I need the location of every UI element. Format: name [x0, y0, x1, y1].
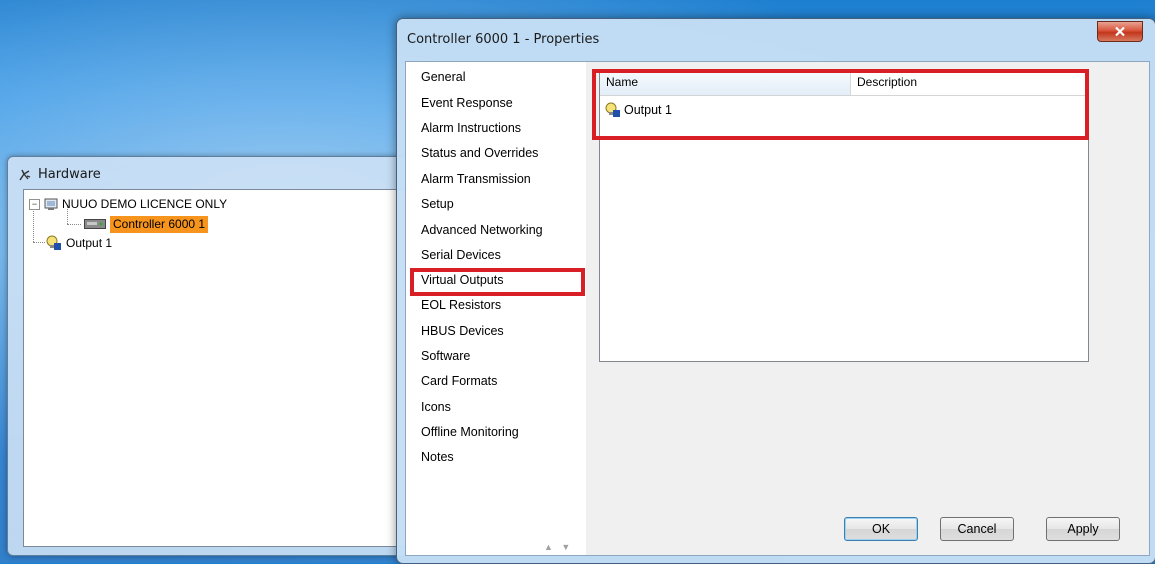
highlight-box-output-list — [592, 69, 1089, 140]
nav-item-software[interactable]: Software — [421, 346, 470, 366]
tree-node-root[interactable]: − NUUO DEMO LICENCE ONLY — [29, 195, 227, 213]
tree-node-controller-label: Controller 6000 1 — [110, 215, 209, 233]
nav-item-hbus-devices[interactable]: HBUS Devices — [421, 321, 504, 341]
close-button[interactable] — [1097, 21, 1143, 42]
nav-item-notes[interactable]: Notes — [421, 447, 454, 467]
nav-item-card-formats[interactable]: Card Formats — [421, 371, 497, 391]
nav-item-status-and-overrides[interactable]: Status and Overrides — [421, 143, 538, 163]
tree-connector — [33, 242, 45, 243]
output-bulb-icon — [46, 235, 61, 250]
server-icon — [44, 198, 58, 210]
close-icon — [1115, 26, 1125, 37]
nav-item-offline-monitoring[interactable]: Offline Monitoring — [421, 422, 519, 442]
nav-item-advanced-networking[interactable]: Advanced Networking — [421, 220, 543, 240]
nav-item-icons[interactable]: Icons — [421, 397, 451, 417]
nav-item-event-response[interactable]: Event Response — [421, 93, 513, 113]
collapse-toggle-icon[interactable]: − — [29, 198, 40, 210]
nav-scroll-arrows[interactable]: ▲ ▼ — [544, 542, 573, 552]
hardware-window-titlebar[interactable]: Hardware — [18, 165, 101, 185]
hardware-window-title: Hardware — [38, 167, 101, 182]
apply-button[interactable]: Apply — [1046, 517, 1120, 541]
hardware-window: Hardware − NUUO DEMO LICENCE ONLY Contro… — [7, 156, 424, 556]
dialog-title: Controller 6000 1 - Properties — [407, 32, 600, 47]
nav-item-serial-devices[interactable]: Serial Devices — [421, 245, 501, 265]
tree-node-controller[interactable]: Controller 6000 1 — [84, 215, 209, 233]
nav-item-alarm-transmission[interactable]: Alarm Transmission — [421, 169, 531, 189]
hardware-tree: − NUUO DEMO LICENCE ONLY Controller 6000… — [23, 189, 409, 547]
tree-node-output[interactable]: Output 1 — [46, 234, 112, 252]
tree-connector — [67, 224, 81, 225]
hardware-icon — [19, 169, 31, 181]
nav-item-eol-resistors[interactable]: EOL Resistors — [421, 295, 501, 315]
nav-item-general[interactable]: General — [421, 67, 465, 87]
nav-item-alarm-instructions[interactable]: Alarm Instructions — [421, 118, 521, 138]
highlight-box-virtual-outputs — [410, 268, 585, 296]
controller-icon — [84, 219, 106, 229]
tree-node-output-label: Output 1 — [66, 236, 113, 250]
ok-button[interactable]: OK — [844, 517, 918, 541]
tree-node-root-label: NUUO DEMO LICENCE ONLY — [62, 197, 228, 211]
cancel-button[interactable]: Cancel — [940, 517, 1014, 541]
nav-item-setup[interactable]: Setup — [421, 194, 454, 214]
properties-nav: General Event Response Alarm Instruction… — [406, 62, 586, 555]
